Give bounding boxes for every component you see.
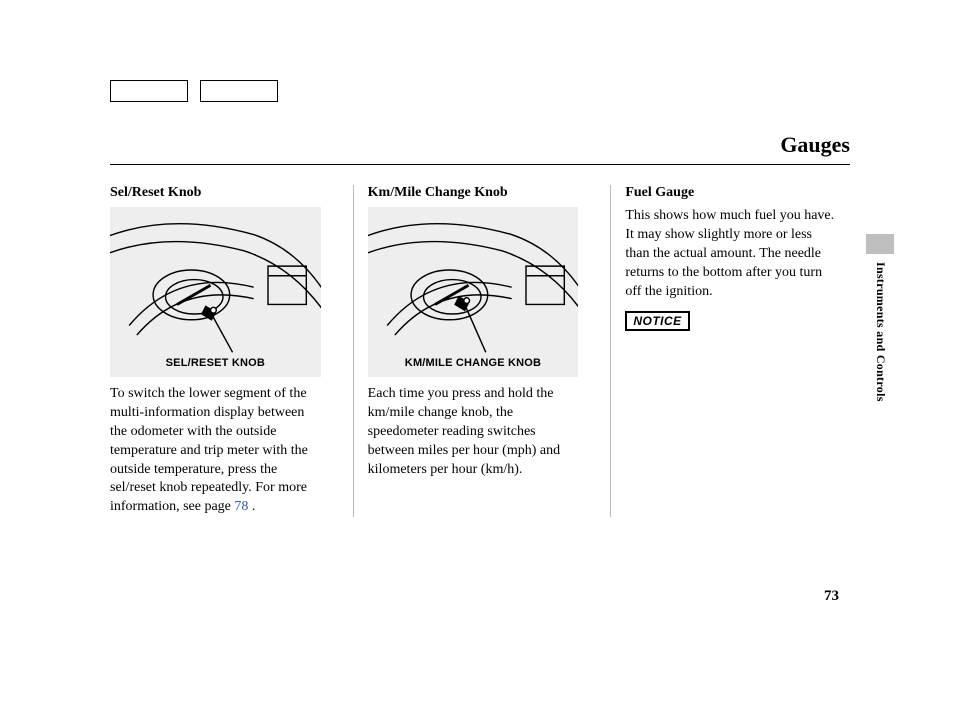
body-km-mile: Each time you press and hold the km/mile… (368, 385, 579, 479)
heading-sel-reset: Sel/Reset Knob (110, 185, 321, 201)
content-columns: Sel/Reset Knob (110, 185, 850, 517)
heading-fuel-gauge: Fuel Gauge (625, 185, 836, 201)
top-nav-boxes (110, 80, 850, 102)
figure-caption-sel-reset: SEL/RESET KNOB (110, 357, 321, 369)
body-text-part1: To switch the lower segment of the multi… (110, 386, 308, 514)
figure-km-mile: KM/MILE CHANGE KNOB (368, 207, 579, 377)
page-ref-link[interactable]: 78 (234, 499, 248, 514)
page-header: Gauges (110, 132, 850, 165)
column-fuel-gauge: Fuel Gauge This shows how much fuel you … (610, 185, 850, 517)
heading-km-mile: Km/Mile Change Knob (368, 185, 579, 201)
body-text-part2: . (248, 499, 255, 514)
page-content: Gauges Sel/Reset Knob (110, 80, 850, 517)
figure-caption-km-mile: KM/MILE CHANGE KNOB (368, 357, 579, 369)
column-sel-reset: Sel/Reset Knob (110, 185, 335, 517)
steering-column-illustration-2 (368, 207, 579, 377)
page-number: 73 (824, 588, 839, 605)
notice-box: NOTICE (625, 311, 689, 331)
side-tab-marker (866, 234, 894, 254)
body-sel-reset: To switch the lower segment of the multi… (110, 385, 321, 517)
steering-column-illustration (110, 207, 321, 377)
column-km-mile: Km/Mile Change Knob (353, 185, 593, 517)
figure-sel-reset: SEL/RESET KNOB (110, 207, 321, 377)
body-fuel-gauge: This shows how much fuel you have. It ma… (625, 207, 836, 301)
page-title: Gauges (110, 132, 850, 158)
section-side-label: Instruments and Controls (873, 262, 888, 402)
nav-box-1[interactable] (110, 80, 188, 102)
nav-box-2[interactable] (200, 80, 278, 102)
